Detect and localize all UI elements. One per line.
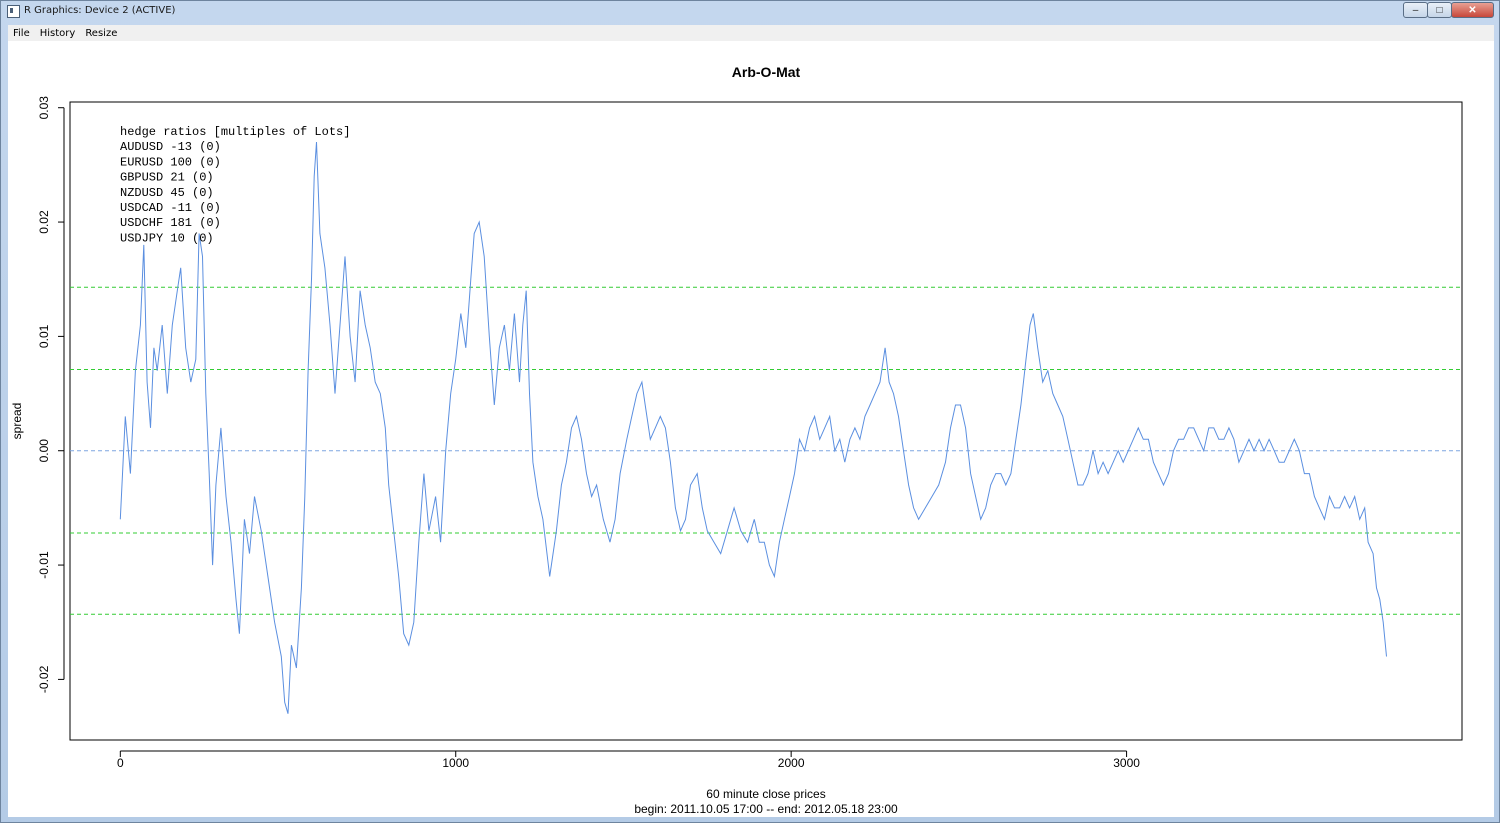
x-axis: 0 1000 2000 3000 <box>117 750 1140 770</box>
y-tick-label-5: 0.03 <box>37 96 51 120</box>
menu-bar: File History Resize <box>8 25 1494 41</box>
hedge-ratio-legend: hedge ratios [multiples of Lots]AUDUSD -… <box>120 125 350 245</box>
x-tick-label-3: 3000 <box>1113 756 1140 770</box>
legend-line-2: EURUSD 100 (0) <box>120 155 221 169</box>
minimize-button[interactable]: – <box>1403 2 1428 18</box>
y-axis: -0.02 -0.01 0.00 0.01 0.02 0.03 <box>37 96 65 693</box>
y-tick-label-2: 0.00 <box>37 439 51 463</box>
spread-plot: 0 1000 2000 3000 -0.02 -0.01 0.00 0.01 0.02 0.03… <box>10 64 1463 816</box>
y-tick-label-4: 0.02 <box>37 210 51 234</box>
legend-line-4: NZDUSD 45 (0) <box>120 186 214 200</box>
menu-history[interactable]: History <box>35 28 81 39</box>
legend-line-5: USDCAD -11 (0) <box>120 201 221 215</box>
title-bar[interactable]: R Graphics: Device 2 (ACTIVE) – □ ✕ <box>1 1 1499 23</box>
r-app-icon[interactable] <box>7 5 20 18</box>
chart-title: Arb-O-Mat <box>732 64 801 80</box>
x-tick-label-1: 1000 <box>442 756 469 770</box>
legend-line-0: hedge ratios [multiples of Lots] <box>120 125 350 139</box>
y-tick-label-1: -0.01 <box>37 551 51 579</box>
x-axis-label: 60 minute close prices <box>706 787 825 801</box>
y-tick-label-3: 0.01 <box>37 324 51 348</box>
legend-line-7: USDJPY 10 (0) <box>120 231 214 245</box>
spread-series <box>119 141 1387 714</box>
x-axis-sublabel: begin: 2011.10.05 17:00 -- end: 2012.05.… <box>634 802 898 816</box>
window-controls: – □ ✕ <box>1403 2 1494 19</box>
x-tick-label-2: 2000 <box>778 756 805 770</box>
y-axis-label: spread <box>10 403 24 440</box>
y-tick-label-0: -0.02 <box>37 665 51 693</box>
legend-line-6: USDCHF 181 (0) <box>120 216 221 230</box>
window-title: R Graphics: Device 2 (ACTIVE) <box>24 5 176 16</box>
plot-canvas: 0 1000 2000 3000 -0.02 -0.01 0.00 0.01 0.02 0.03… <box>8 41 1494 817</box>
menu-resize[interactable]: Resize <box>80 28 122 39</box>
close-button[interactable]: ✕ <box>1451 2 1494 18</box>
threshold-lines <box>70 286 1462 615</box>
r-graphics-window: R Graphics: Device 2 (ACTIVE) – □ ✕ File… <box>0 0 1500 823</box>
x-tick-label-0: 0 <box>117 756 124 770</box>
menu-file[interactable]: File <box>8 28 35 39</box>
maximize-button[interactable]: □ <box>1427 2 1452 18</box>
legend-line-3: GBPUSD 21 (0) <box>120 171 214 185</box>
legend-line-1: AUDUSD -13 (0) <box>120 140 221 154</box>
spread-line <box>119 141 1387 714</box>
